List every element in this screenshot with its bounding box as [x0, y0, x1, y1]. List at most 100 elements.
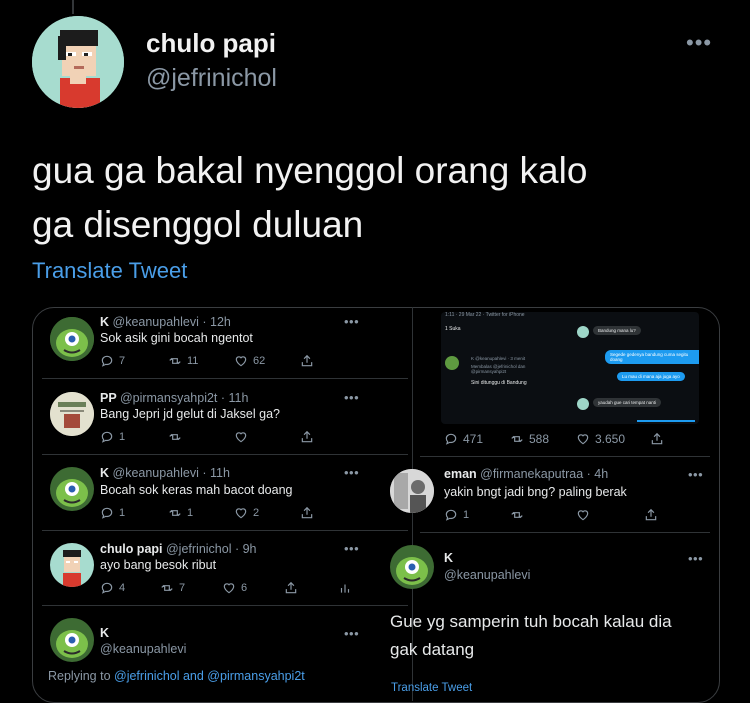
reply-header: chulo papi @jefrinichol · 9h	[100, 542, 257, 556]
share-button[interactable]	[284, 581, 298, 595]
share-icon	[650, 432, 664, 446]
avatar[interactable]	[50, 392, 94, 436]
reply-name[interactable]: eman	[444, 467, 477, 481]
reply-button[interactable]: 7	[100, 354, 125, 368]
more-options-icon[interactable]: •••	[344, 314, 359, 329]
avatar[interactable]	[50, 618, 94, 662]
reply-button[interactable]: 471	[444, 432, 483, 446]
dm-bubble-sent: Segede gedenya bandung cuma segitu doang	[605, 350, 699, 364]
reply-button[interactable]: 1	[444, 508, 469, 522]
like-button[interactable]: 3.650	[576, 432, 625, 446]
row-divider	[42, 530, 408, 531]
replying-to-users[interactable]: @jefrinichol and @pirmansyahpi2t	[114, 669, 305, 683]
retweet-button[interactable]: 588	[510, 432, 549, 446]
reply-handle[interactable]: @keanupahlevi	[444, 568, 530, 582]
reply-handle[interactable]: @keanupahlevi	[113, 466, 199, 480]
reply-name[interactable]: K	[100, 466, 109, 480]
row-divider	[420, 456, 710, 457]
share-button[interactable]	[644, 508, 658, 522]
reply-handle[interactable]: @jefrinichol	[166, 542, 232, 556]
retweet-icon	[510, 432, 524, 446]
analytics-button[interactable]	[338, 581, 352, 595]
dm-bubble-received: Bandung mana lu?	[593, 326, 641, 335]
more-options-icon[interactable]: •••	[688, 467, 703, 482]
avatar[interactable]	[50, 467, 94, 511]
reply-icon	[444, 508, 458, 522]
reply-count: 1	[119, 507, 126, 519]
retweet-button[interactable]: 7	[160, 581, 185, 595]
reply-name[interactable]: PP	[100, 391, 116, 405]
reply-text: Sok asik gini bocah ngentot	[100, 331, 253, 345]
reply-handle[interactable]: @keanupahlevi	[100, 642, 186, 656]
reply-button[interactable]: 4	[100, 581, 125, 595]
retweet-count: 7	[179, 582, 186, 594]
more-options-icon[interactable]: •••	[688, 551, 703, 566]
share-button[interactable]	[300, 354, 314, 368]
reply-name[interactable]: chulo papi	[100, 542, 163, 556]
avatar	[577, 326, 589, 338]
tweet-text: gua ga bakal nyenggol orang kalo ga dise…	[32, 144, 722, 252]
reply-icon	[100, 581, 114, 595]
avatar[interactable]	[32, 16, 124, 108]
author-name[interactable]: chulo papi	[146, 28, 276, 59]
monster-avatar-icon	[50, 317, 94, 361]
retweet-icon	[160, 581, 174, 595]
more-options-icon[interactable]: •••	[344, 626, 359, 641]
retweet-button[interactable]	[168, 430, 182, 444]
reply-text: yakin bngt jadi bng? paling berak	[444, 485, 627, 499]
like-button[interactable]	[234, 430, 248, 444]
dm-input-indicator	[637, 420, 695, 422]
reply-name[interactable]: K	[444, 551, 453, 565]
reply-time: · 9h	[234, 542, 257, 556]
reply-time: · 11h	[202, 466, 230, 480]
heart-icon	[576, 432, 590, 446]
share-button[interactable]	[650, 432, 664, 446]
share-button[interactable]	[300, 430, 314, 444]
screenshot-inner-text: Sini ditunggu di Bandung	[471, 380, 527, 386]
reply-count: 1	[119, 431, 126, 443]
retweet-button[interactable]	[510, 508, 524, 522]
row-divider	[42, 605, 408, 606]
like-count: 3.650	[595, 432, 626, 446]
focused-reply-line-1: Gue yg samperin tuh bocah kalau dia	[390, 612, 672, 631]
reply-count: 1	[463, 509, 470, 521]
share-icon	[284, 581, 298, 595]
reply-time: · 12h	[202, 315, 231, 329]
more-options-icon[interactable]: •••	[686, 30, 712, 56]
retweet-icon	[510, 508, 524, 522]
reply-header: eman @firmanekaputraa · 4h	[444, 467, 608, 481]
like-button[interactable]: 62	[234, 354, 265, 368]
translate-tweet-link[interactable]: Translate Tweet	[32, 258, 187, 284]
reply-name[interactable]: K	[100, 315, 109, 329]
more-options-icon[interactable]: •••	[344, 390, 359, 405]
pixel-avatar-icon	[50, 543, 94, 587]
reply-handle[interactable]: @pirmansyahpi2t	[120, 391, 217, 405]
reply-button[interactable]: 1	[100, 506, 125, 520]
reply-header: K @keanupahlevi · 12h	[100, 315, 231, 329]
reply-name[interactable]: K	[100, 626, 109, 640]
like-count: 6	[241, 582, 248, 594]
reply-text: Bang Jepri jd gelut di Jaksel ga?	[100, 407, 280, 421]
like-button[interactable]	[576, 508, 590, 522]
dm-bubble-sent: Lu mau di mana aja juga ayo	[617, 372, 685, 381]
avatar[interactable]	[50, 543, 94, 587]
avatar[interactable]	[390, 545, 434, 589]
heart-icon	[576, 508, 590, 522]
stats-icon	[338, 581, 352, 595]
translate-tweet-link[interactable]: Translate Tweet	[391, 682, 472, 694]
reply-icon	[100, 430, 114, 444]
more-options-icon[interactable]: •••	[344, 465, 359, 480]
author-handle[interactable]: @jefrinichol	[146, 64, 277, 93]
retweet-button[interactable]: 11	[168, 354, 198, 368]
more-options-icon[interactable]: •••	[344, 541, 359, 556]
avatar[interactable]	[390, 469, 434, 513]
like-button[interactable]: 6	[222, 581, 247, 595]
share-button[interactable]	[300, 506, 314, 520]
retweet-button[interactable]: 1	[168, 506, 193, 520]
like-button[interactable]: 2	[234, 506, 259, 520]
pixel-avatar-icon	[32, 16, 124, 108]
avatar[interactable]	[50, 317, 94, 361]
reply-handle[interactable]: @keanupahlevi	[113, 315, 199, 329]
reply-handle[interactable]: @firmanekaputraa	[480, 467, 583, 481]
reply-button[interactable]: 1	[100, 430, 125, 444]
